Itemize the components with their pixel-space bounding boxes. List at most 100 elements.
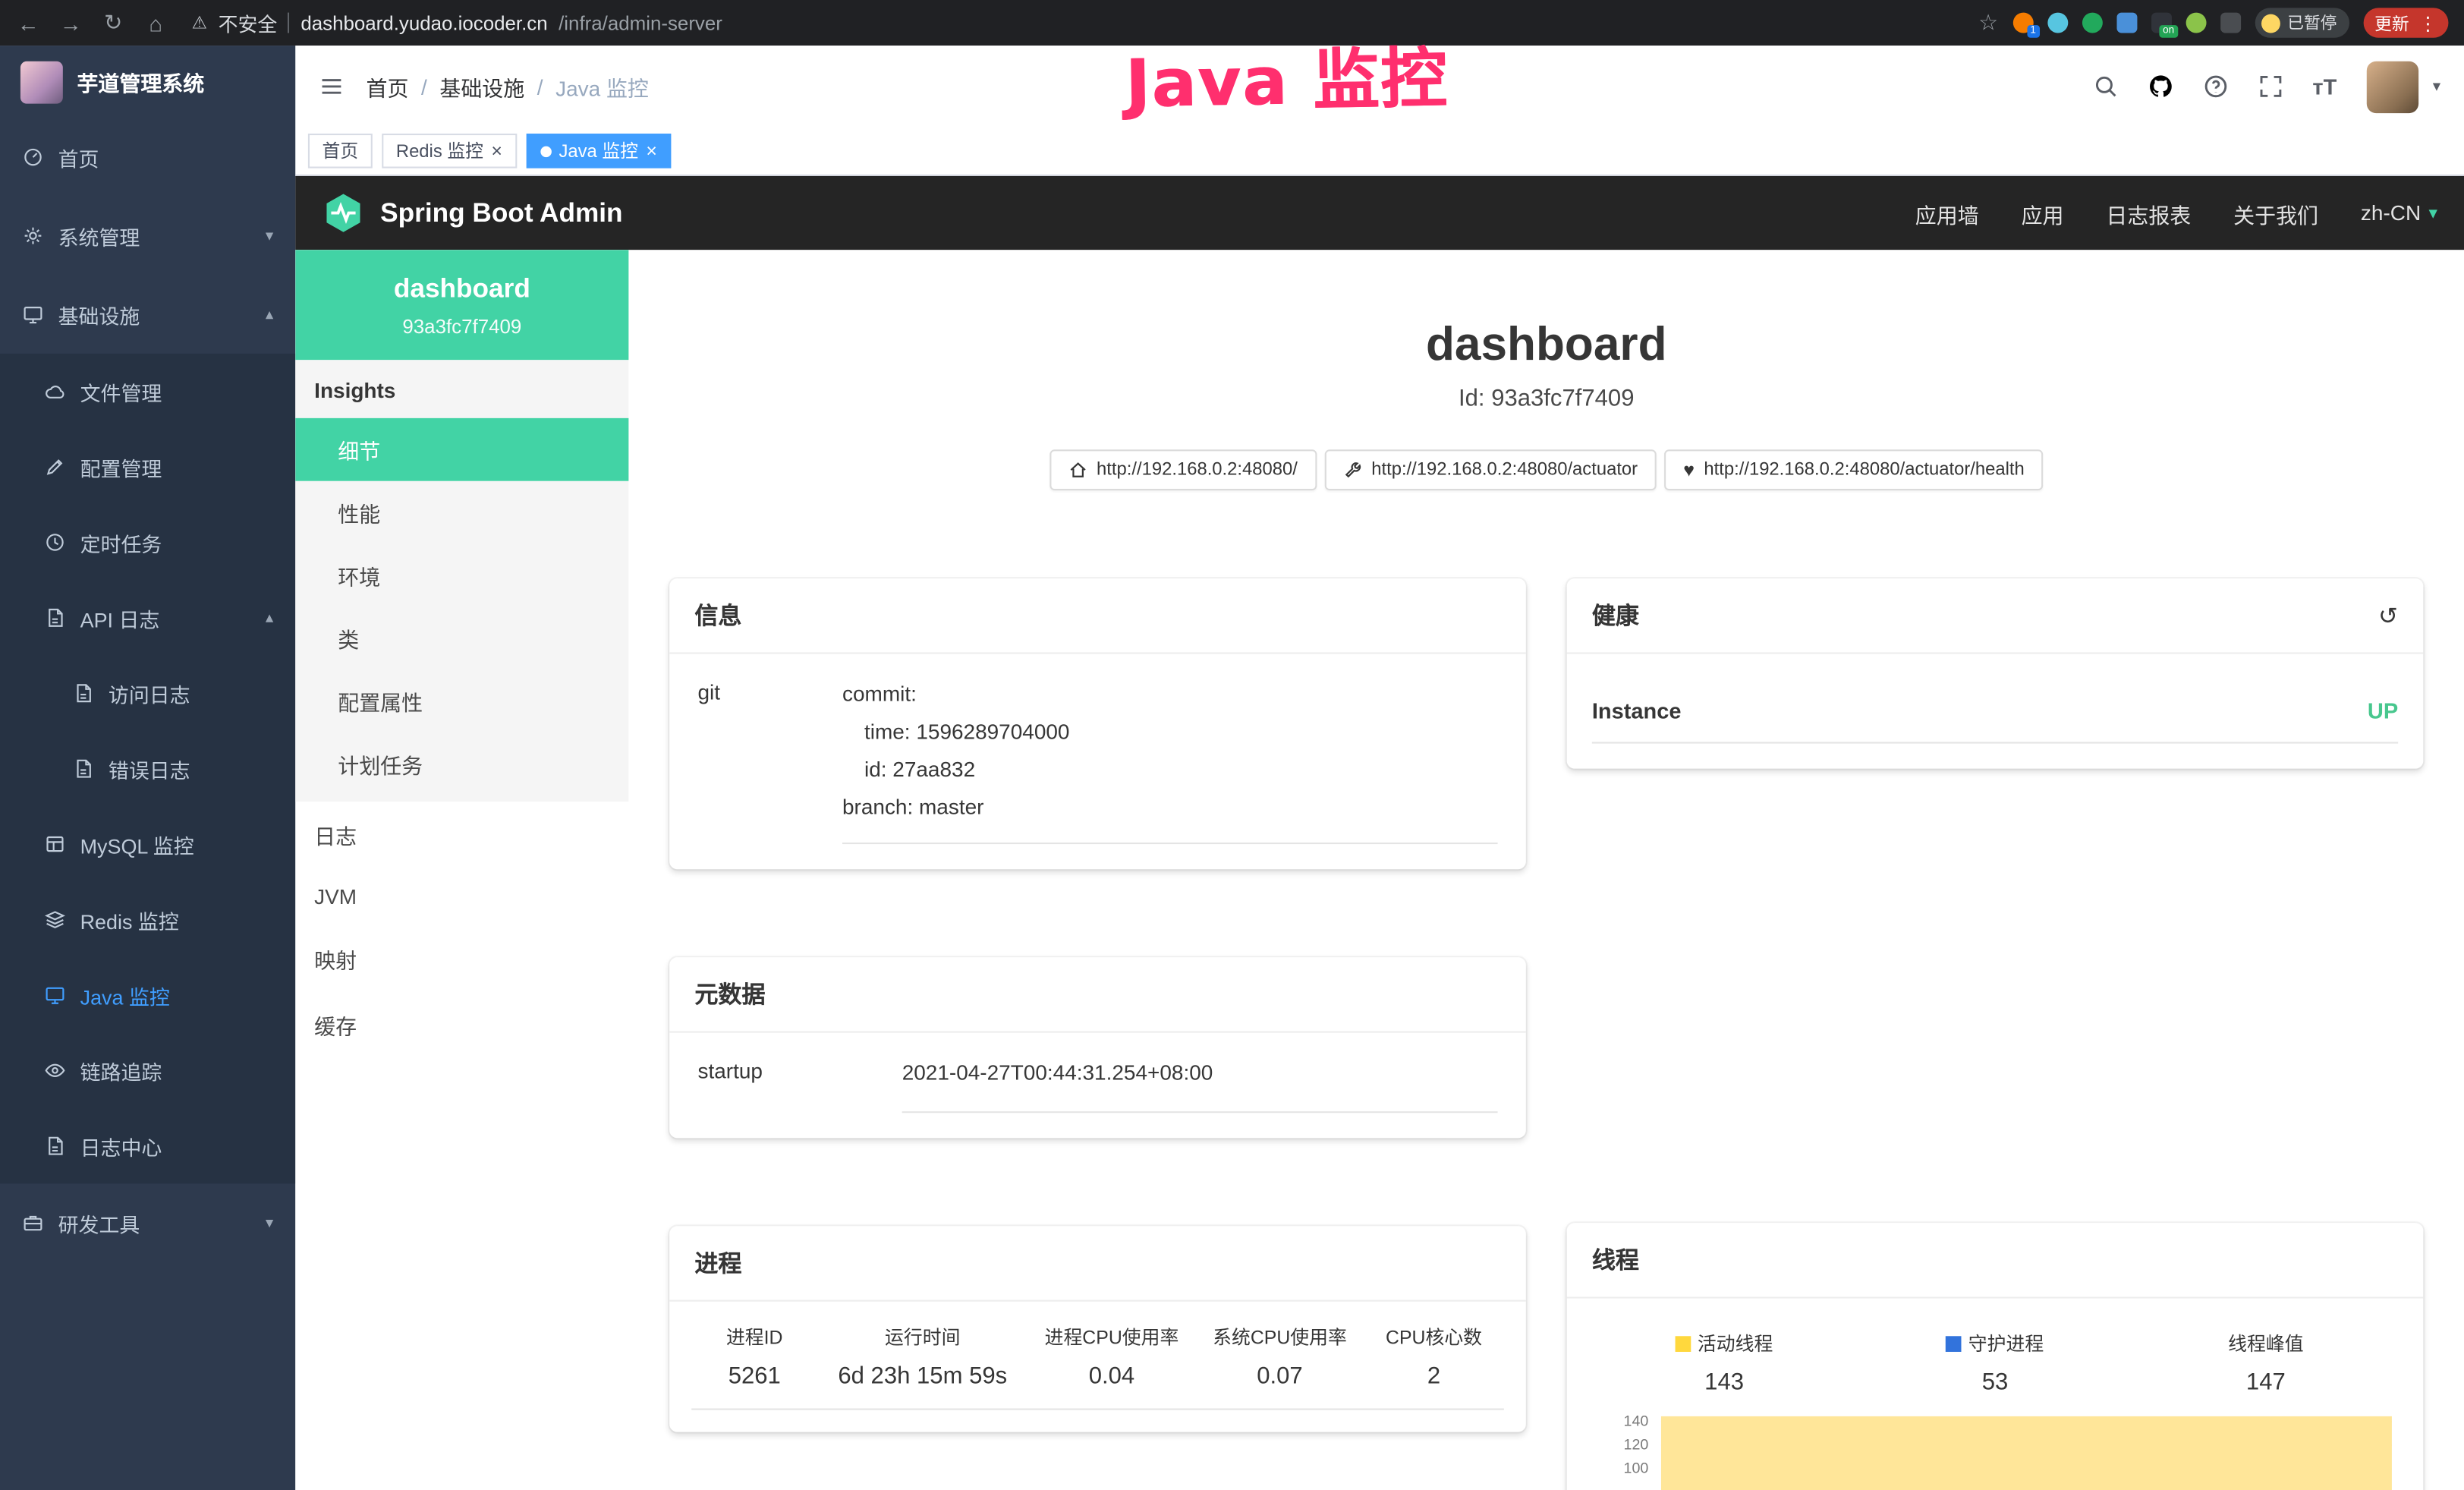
- avatar[interactable]: [2367, 61, 2418, 112]
- legend-label: 线程峰值: [2228, 1330, 2303, 1356]
- active-threads-area: [1661, 1416, 2392, 1490]
- sba-brand[interactable]: Spring Boot Admin: [323, 192, 623, 235]
- extension-badge: 1: [2027, 25, 2039, 38]
- chevron-down-icon: ▾: [2433, 78, 2440, 96]
- heart-icon: ♥: [1683, 461, 1695, 480]
- proxy-extension-icon[interactable]: on: [2151, 13, 2171, 33]
- security-label[interactable]: 不安全: [219, 8, 278, 37]
- sba-item-jvm[interactable]: JVM: [295, 868, 628, 926]
- sidebar-item-redis[interactable]: Redis 监控: [0, 882, 295, 957]
- app-frame: 芋道管理系统 首页 系统管理 ▾ 基础设施 ▴ 文件管理: [0, 46, 2464, 1490]
- app-logo[interactable]: 芋道管理系统: [0, 46, 295, 118]
- link-label: http://192.168.0.2:48080/actuator: [1371, 461, 1638, 480]
- search-icon[interactable]: [2093, 74, 2118, 99]
- sba-nav-journal[interactable]: 日志报表: [2106, 197, 2191, 228]
- hamburger-icon[interactable]: [319, 74, 344, 99]
- sba-item-mappings[interactable]: 映射: [295, 926, 628, 992]
- sidebar-item-access-log[interactable]: 访问日志: [0, 656, 295, 731]
- sidebar-item-log-center[interactable]: 日志中心: [0, 1108, 295, 1183]
- top-navbar: 首页 / 基础设施 / Java 监控 тT ▾: [295, 46, 2464, 128]
- link-label: http://192.168.0.2:48080/: [1097, 461, 1298, 480]
- info-line: branch: master: [842, 789, 1498, 827]
- sidebar-item-job[interactable]: 定时任务: [0, 505, 295, 580]
- sba-item-details[interactable]: 细节: [295, 418, 628, 481]
- service-url-link[interactable]: http://192.168.0.2:48080/: [1049, 449, 1317, 490]
- actuator-url-link[interactable]: http://192.168.0.2:48080/actuator: [1324, 449, 1657, 490]
- insights-group: Insights 细节 性能 环境 类 配置属性 计划任务: [295, 360, 628, 802]
- breadcrumb-infra[interactable]: 基础设施: [439, 71, 524, 102]
- blue-grid-extension-icon[interactable]: [2116, 13, 2136, 33]
- sba-item-scheduled-tasks[interactable]: 计划任务: [295, 732, 628, 795]
- sidebar-item-java[interactable]: Java 监控: [0, 957, 295, 1032]
- sba-navbar: Spring Boot Admin 应用墙 应用 日志报表 关于我们 zh-CN…: [295, 176, 2464, 250]
- leaf-extension-icon[interactable]: [2186, 13, 2206, 33]
- sba-nav-wallboard[interactable]: 应用墙: [1915, 197, 1979, 228]
- paused-chip[interactable]: 已暂停: [2255, 8, 2349, 37]
- menu-kebab-icon[interactable]: ⋮: [2418, 12, 2437, 34]
- green-check-extension-icon[interactable]: [2082, 13, 2102, 33]
- close-icon[interactable]: ×: [491, 141, 502, 160]
- sidebar-item-trace[interactable]: 链路追踪: [0, 1033, 295, 1108]
- sba-sidebar: dashboard 93a3fc7f7409 Insights 细节 性能 环境…: [295, 250, 628, 1490]
- doc-icon: [44, 606, 66, 628]
- process-card: 进程 进程ID 运行时间 进程CPU使用率 系统CPU使用率 CPU核心数: [669, 1226, 1526, 1432]
- metadata-card: 元数据 startup 2021-04-27T00:44:31.254+08:0…: [669, 957, 1526, 1138]
- history-icon[interactable]: ↺: [2378, 601, 2398, 629]
- sba-item-classes[interactable]: 类: [295, 606, 628, 669]
- refresh-icon[interactable]: ↻: [101, 9, 126, 36]
- back-icon[interactable]: ←: [16, 10, 41, 35]
- tab-java-monitor[interactable]: Java 监控 ×: [526, 134, 672, 169]
- home-icon[interactable]: ⌂: [143, 10, 168, 35]
- sidebar-item-label: MySQL 监控: [80, 829, 194, 858]
- sba-nav-about[interactable]: 关于我们: [2233, 197, 2318, 228]
- health-key: Instance: [1592, 698, 1682, 723]
- sidebar-item-file[interactable]: 文件管理: [0, 354, 295, 429]
- health-url-link[interactable]: ♥ http://192.168.0.2:48080/actuator/heal…: [1664, 449, 2043, 490]
- layers-icon: [44, 909, 66, 931]
- sba-item-metrics[interactable]: 性能: [295, 481, 628, 544]
- sba-item-environment[interactable]: 环境: [295, 544, 628, 607]
- bookmark-star-icon[interactable]: ☆: [1978, 9, 1998, 36]
- threads-values: 143 53 147: [1589, 1369, 2402, 1396]
- cell-value: 0.07: [1196, 1362, 1364, 1389]
- clock-icon: [44, 531, 66, 553]
- question-icon[interactable]: [2202, 74, 2227, 99]
- sidebar-item-api-log[interactable]: API 日志 ▴: [0, 580, 295, 655]
- pin-extension-icon[interactable]: [2220, 13, 2240, 33]
- tab-redis-monitor[interactable]: Redis 监控 ×: [382, 134, 516, 169]
- address-bar[interactable]: ⚠ 不安全 dashboard.yudao.iocoder.cn/infra/a…: [192, 8, 1962, 37]
- sidebar-item-home[interactable]: 首页: [0, 118, 295, 197]
- locale-select[interactable]: zh-CN ▾: [2361, 201, 2437, 225]
- page-title: dashboard: [669, 319, 2423, 372]
- orange-extension-icon[interactable]: 1: [2012, 13, 2033, 33]
- update-button[interactable]: 更新⋮: [2364, 8, 2449, 37]
- sidebar-item-devtools[interactable]: 研发工具 ▾: [0, 1183, 295, 1262]
- sba-logo-icon: [323, 192, 365, 235]
- sidebar-item-label: API 日志: [80, 603, 160, 632]
- instance-header[interactable]: dashboard 93a3fc7f7409: [295, 250, 628, 360]
- close-icon[interactable]: ×: [646, 141, 657, 160]
- sidebar-item-error-log[interactable]: 错误日志: [0, 731, 295, 806]
- forward-icon[interactable]: →: [58, 10, 83, 35]
- font-size-icon[interactable]: тT: [2312, 74, 2337, 99]
- tab-home[interactable]: 首页: [308, 134, 373, 169]
- sba-brand-label: Spring Boot Admin: [380, 197, 622, 228]
- sba-item-config-props[interactable]: 配置属性: [295, 669, 628, 732]
- right-column: 健康 ↺ Instance UP: [1567, 578, 2424, 1490]
- home-icon: [1068, 461, 1087, 480]
- sba-nav-applications[interactable]: 应用: [2022, 197, 2064, 228]
- edit-icon: [44, 456, 66, 478]
- sidebar-item-config[interactable]: 配置管理: [0, 429, 295, 504]
- fullscreen-icon[interactable]: [2258, 74, 2283, 99]
- sba-item-logs[interactable]: 日志: [295, 802, 628, 868]
- github-icon[interactable]: [2148, 74, 2173, 99]
- sidebar-item-mysql[interactable]: MySQL 监控: [0, 806, 295, 881]
- drop-extension-icon[interactable]: [2047, 13, 2067, 33]
- breadcrumb-home[interactable]: 首页: [367, 71, 409, 102]
- sidebar-item-label: 访问日志: [109, 679, 190, 708]
- threads-card: 线程 活动线程 守护进程 线程峰值 143: [1567, 1223, 2424, 1490]
- infra-icon: [22, 304, 44, 326]
- sidebar-item-system[interactable]: 系统管理 ▾: [0, 197, 295, 276]
- sidebar-item-infra[interactable]: 基础设施 ▴: [0, 275, 295, 354]
- sba-item-caches[interactable]: 缓存: [295, 992, 628, 1058]
